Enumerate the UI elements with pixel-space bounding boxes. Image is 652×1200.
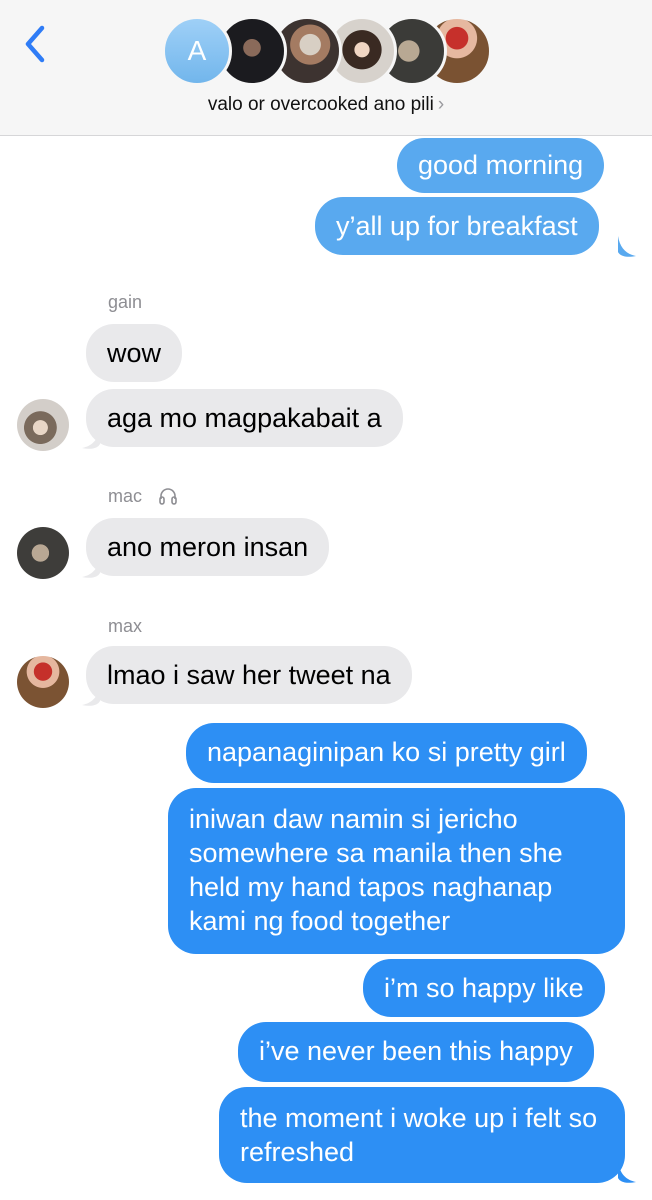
message-text: good morning	[418, 150, 584, 180]
bubble-tail	[82, 557, 100, 578]
outgoing-message[interactable]: the moment i woke up i felt so refreshed	[219, 1087, 625, 1183]
message-text: wow	[107, 338, 162, 368]
outgoing-message[interactable]: napanaginipan ko si pretty girl	[186, 723, 587, 783]
sender-name: gain	[108, 292, 143, 312]
headphones-icon	[159, 488, 177, 505]
outgoing-message[interactable]: i’m so happy like	[363, 959, 605, 1017]
avatar[interactable]	[17, 527, 69, 579]
incoming-message[interactable]: aga mo magpakabait a	[86, 389, 403, 447]
avatar[interactable]	[17, 656, 69, 708]
incoming-message[interactable]: wow	[86, 324, 183, 382]
message-text: iniwan daw namin si jericho somewhere sa…	[189, 804, 563, 936]
incoming-message[interactable]: lmao i saw her tweet na	[86, 646, 412, 704]
message-text: the moment i woke up i felt so refreshed	[240, 1103, 598, 1167]
group-name[interactable]: valo or overcooked ano pili ›	[0, 94, 652, 116]
sender-name: mac	[108, 486, 143, 506]
message-text: aga mo magpakabait a	[107, 403, 382, 433]
bubble-tail	[618, 236, 636, 257]
bubble-tail	[82, 685, 100, 706]
message-text: ano meron insan	[107, 532, 309, 562]
avatar[interactable]	[17, 399, 69, 451]
avatar-letter: A	[162, 16, 232, 86]
conversation-header: A valo or overcooked ano pili ›	[0, 0, 652, 136]
group-name-label: valo or overcooked ano pili	[207, 94, 434, 115]
incoming-message[interactable]: ano meron insan	[86, 518, 330, 576]
sender-name: max	[108, 616, 143, 636]
bubble-tail	[618, 1162, 636, 1183]
message-text: i’ve never been this happy	[259, 1036, 573, 1066]
message-text: lmao i saw her tweet na	[107, 660, 391, 690]
message-text: napanaginipan ko si pretty girl	[207, 737, 566, 767]
message-text: i’m so happy like	[384, 973, 584, 1003]
outgoing-message[interactable]: good morning	[397, 138, 605, 193]
back-button[interactable]	[18, 24, 52, 64]
outgoing-message[interactable]: i’ve never been this happy	[238, 1022, 594, 1082]
chevron-right-icon: ›	[437, 94, 445, 115]
message-text: y’all up for breakfast	[336, 211, 578, 241]
chevron-left-icon	[25, 25, 45, 63]
bubble-tail	[82, 428, 100, 449]
outgoing-message[interactable]: y’all up for breakfast	[315, 197, 599, 255]
group-avatars[interactable]: A	[162, 16, 492, 88]
outgoing-message[interactable]: iniwan daw namin si jericho somewhere sa…	[168, 788, 625, 954]
